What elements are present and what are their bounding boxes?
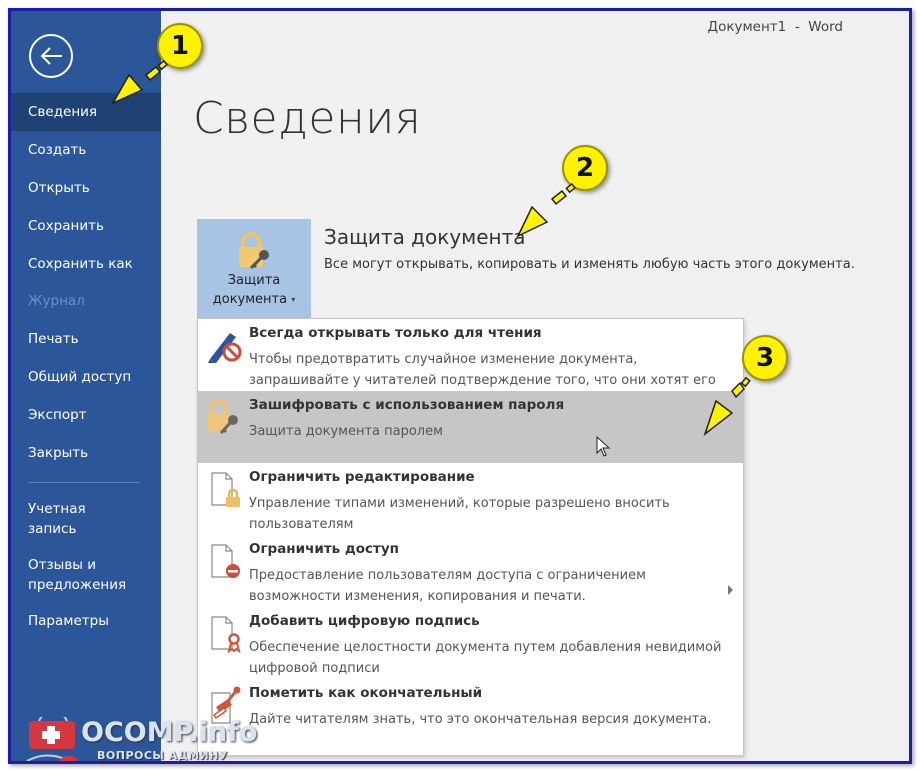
menu-item-description: Защита документа паролем [249, 424, 443, 439]
menu-item-title: Зашифровать с использованием пароля [249, 397, 565, 413]
document-lock-icon [211, 472, 240, 507]
sidebar-item-print[interactable]: Печать [11, 320, 161, 358]
sidebar-item-open[interactable]: Открыть [11, 169, 161, 207]
menu-item-description: Обеспечение целостности документа путем … [249, 640, 722, 676]
annotation-badge-3: 3 [742, 335, 788, 381]
lock-key-icon [239, 232, 269, 270]
ocomp-watermark: OCOMP.info ВОПРОСЫ АДМИНУ [25, 711, 257, 761]
page-title: Сведения [193, 93, 422, 144]
menu-item-restrict-access[interactable]: Ограничить доступ Предоставление пользов… [198, 535, 743, 607]
sidebar-item-export[interactable]: Экспорт [11, 396, 161, 434]
menu-item-title: Ограничить редактирование [249, 469, 475, 485]
annotation-badge-1: 1 [157, 23, 203, 69]
annotation-arrow-2 [516, 182, 577, 238]
sidebar-item-history: Журнал [28, 293, 85, 309]
submenu-arrow-icon[interactable] [728, 585, 733, 595]
sidebar-item-label: предложения [28, 577, 127, 593]
menu-item-restrict-editing[interactable]: Ограничить редактирование Управление тип… [198, 463, 743, 535]
dropdown-caret-icon: ▾ [291, 295, 296, 304]
sidebar-item-account[interactable]: Учетная запись [11, 497, 161, 541]
protect-document-menu: Всегда открывать только для чтения Чтобы… [197, 318, 744, 756]
lock-key-icon [208, 399, 238, 435]
document-restricted-icon [211, 544, 240, 578]
sidebar-item-save-as[interactable]: Сохранить как [11, 245, 161, 283]
menu-item-description: Дайте читателям знать, что это окончател… [249, 712, 712, 727]
sidebar-item-close[interactable]: Закрыть [11, 434, 161, 472]
window-title: Документ1 - Word [707, 19, 843, 35]
menu-item-mark-final[interactable]: Пометить как окончательный Дайте читател… [198, 679, 743, 751]
menu-item-title: Всегда открывать только для чтения [249, 325, 542, 341]
sidebar-item-label: Учетная [28, 501, 86, 517]
sidebar-item-options[interactable]: Параметры [11, 602, 161, 640]
menu-item-description: Управление типами изменений, которые раз… [249, 496, 670, 532]
sidebar-item-label: Отзывы и [28, 557, 97, 573]
sidebar-item-info[interactable]: Сведения [11, 93, 161, 131]
back-button[interactable] [29, 34, 73, 78]
sidebar-item-label: запись [28, 521, 77, 537]
sidebar-item-share[interactable]: Общий доступ [11, 358, 161, 396]
watermark-title: OCOMP.info [81, 717, 258, 748]
section-title: Защита документа [324, 225, 526, 249]
menu-item-description: Предоставление пользователям доступа с о… [249, 568, 646, 604]
sidebar-item-feedback[interactable]: Отзывы и предложения [11, 553, 161, 597]
watermark-subtitle: ВОПРОСЫ АДМИНУ [97, 749, 228, 762]
pencil-prohibited-icon [208, 333, 242, 363]
word-backstage-window: Сведения Создать Открыть Сохранить Сохра… [8, 8, 912, 764]
menu-item-read-only[interactable]: Всегда открывать только для чтения Чтобы… [198, 319, 743, 409]
protect-document-button[interactable]: Защита документа ▾ [197, 219, 311, 319]
menu-item-encrypt-password[interactable]: Зашифровать с использованием пароля Защи… [198, 391, 743, 463]
annotation-badge-2: 2 [562, 145, 608, 191]
backstage-sidebar: Сведения Создать Открыть Сохранить Сохра… [11, 11, 161, 761]
menu-item-title: Добавить цифровую подпись [249, 613, 480, 629]
section-description: Все могут открывать, копировать и изменя… [324, 257, 855, 272]
sidebar-item-save[interactable]: Сохранить [11, 207, 161, 245]
protect-document-label: Защита документа ▾ [212, 273, 296, 307]
mouse-cursor-icon [596, 436, 611, 457]
first-aid-kit-icon [26, 711, 78, 761]
menu-item-add-signature[interactable]: Добавить цифровую подпись Обеспечение це… [198, 607, 743, 679]
arrow-left-icon [40, 47, 62, 65]
sidebar-separator [28, 482, 140, 483]
document-ribbon-icon [211, 616, 241, 653]
menu-item-title: Ограничить доступ [249, 541, 400, 557]
menu-item-title: Пометить как окончательный [249, 685, 483, 701]
sidebar-item-new[interactable]: Создать [11, 131, 161, 169]
